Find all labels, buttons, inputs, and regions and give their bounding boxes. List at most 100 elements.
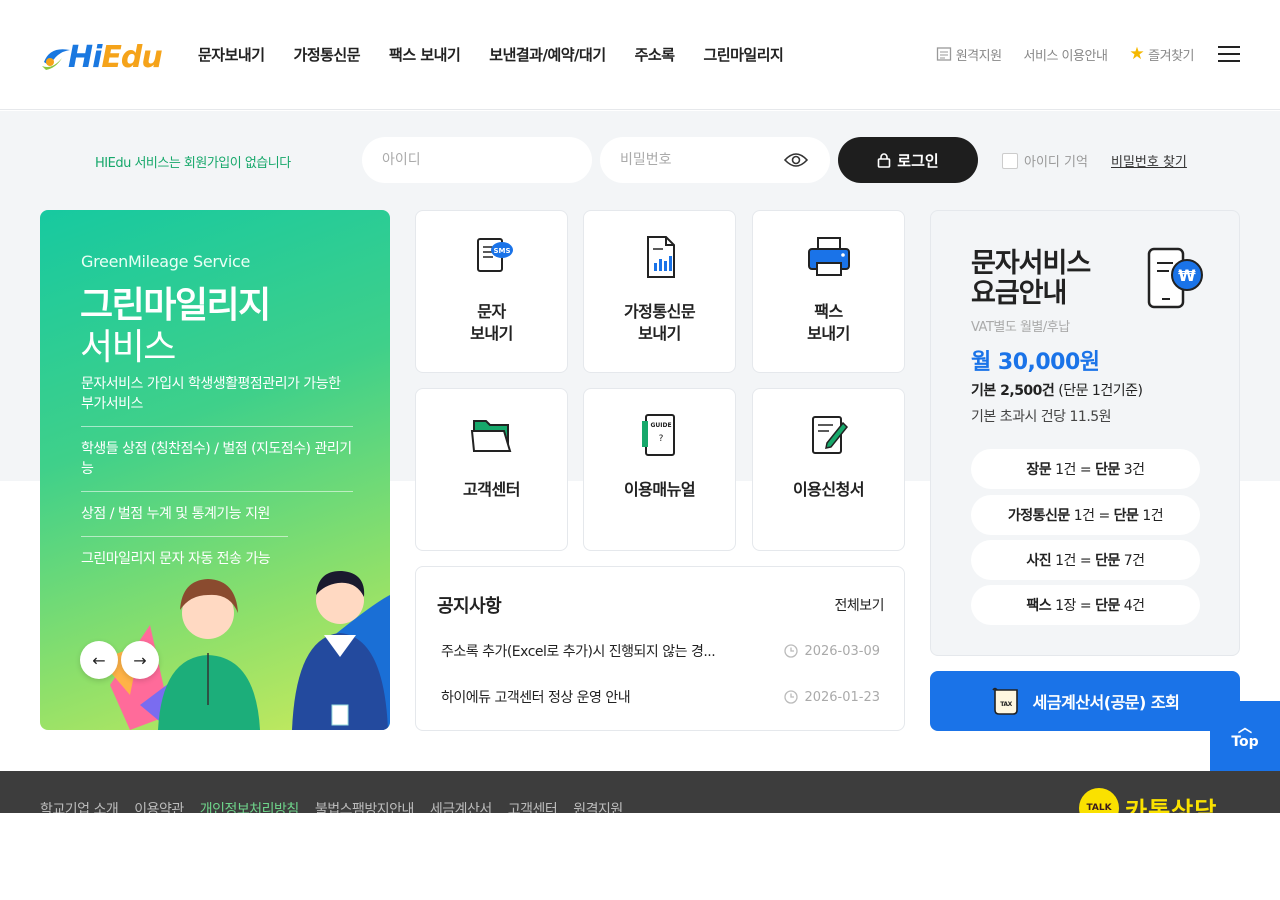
login-message: HIEdu 서비스는 회원가입이 없습니다 xyxy=(95,156,291,171)
nav-send-sms[interactable]: 문자보내기 xyxy=(198,44,265,65)
tile-label: 이용신청서 xyxy=(792,480,865,499)
page-bottom-blank xyxy=(0,813,1280,900)
tile-label: 고객센터 xyxy=(463,480,520,499)
footer-link-terms[interactable]: 이용약관 xyxy=(134,799,184,813)
nav-green-mileage[interactable]: 그린마일리지 xyxy=(704,44,784,65)
id-input[interactable] xyxy=(362,137,592,183)
pricing-title: 문자서비스 요금안내 xyxy=(971,248,1091,309)
notice-view-all-link[interactable]: 전체보기 xyxy=(834,595,884,615)
footer-link-tax[interactable]: 세금계산서 xyxy=(430,799,492,813)
checkbox-box[interactable] xyxy=(1002,152,1018,169)
footer-links: 학교기업 소개 이용약관 개인정보처리방침 불법스팸방지안내 세금계산서 고객센… xyxy=(40,799,623,813)
tile-label: 이용매뉴얼 xyxy=(623,480,696,499)
pricing-excess: 기본 초과시 건당 11.5원 xyxy=(971,409,1112,425)
banner-feature: 문자서비스 가입시 학생생활평점관리가 가능한 부가서비스 xyxy=(81,374,353,427)
tile-user-manual[interactable]: GUIDE ? 이용매뉴얼 xyxy=(583,388,736,551)
footer-link-support[interactable]: 고객센터 xyxy=(508,799,558,813)
notice-item[interactable]: 주소록 추가(Excel로 추가)시 진행되지 않는 경... 2026-03-… xyxy=(441,641,880,661)
notice-item[interactable]: 하이에듀 고객센터 정상 운영 안내 2026-01-23 xyxy=(441,687,880,707)
footer-link-privacy[interactable]: 개인정보처리방침 xyxy=(200,799,300,813)
hiedu-logo[interactable]: HiEdu xyxy=(40,38,170,75)
scroll-top-button[interactable]: ︿ Top xyxy=(1210,701,1280,771)
chevron-up-icon: ︿ xyxy=(1238,720,1252,736)
tile-label: 문자 보내기 xyxy=(470,302,513,343)
logo-wordmark: HiEdu xyxy=(68,40,163,75)
site-footer: 학교기업 소개 이용약관 개인정보처리방침 불법스팸방지안내 세금계산서 고객센… xyxy=(0,771,1280,813)
footer-link-about[interactable]: 학교기업 소개 xyxy=(40,799,119,813)
service-guide-label: 서비스 이용안내 xyxy=(1023,48,1108,64)
tax-invoice-button[interactable]: TAX 세금계산서(공문) 조회 xyxy=(930,671,1240,731)
tile-label: 팩스 보내기 xyxy=(807,302,850,343)
favorite-link[interactable]: ★ 즐겨찾기 xyxy=(1129,44,1194,64)
footer-link-remote[interactable]: 원격지원 xyxy=(573,799,623,813)
scroll-top-label: Top xyxy=(1231,734,1259,750)
rate-pill: 장문 1건 = 단문 3건 xyxy=(971,449,1200,489)
show-password-eye-icon[interactable] xyxy=(784,150,808,170)
pricing-base: 기본 2,500건 (단문 1건기준) xyxy=(971,383,1143,399)
remember-id-checkbox[interactable]: 아이디 기억 xyxy=(1002,151,1088,170)
arrow-left-icon: ← xyxy=(92,650,106,670)
rate-pill: 가정통신문 1건 = 단문 1건 xyxy=(971,495,1200,535)
remote-support-icon xyxy=(936,47,951,61)
svg-text:?: ? xyxy=(658,434,663,444)
banner-feature: 상점 / 벌점 누계 및 통계기능 지원 xyxy=(81,504,288,537)
guide-book-icon: GUIDE ? xyxy=(641,414,675,456)
banner-feature-list: 문자서비스 가입시 학생생활평점관리가 가능한 부가서비스 학생들 상점 (칭찬… xyxy=(81,374,353,593)
kakao-talk-icon: TALK xyxy=(1079,788,1119,813)
folder-icon xyxy=(470,420,511,452)
rate-pill: 팩스 1장 = 단문 4건 xyxy=(971,585,1200,625)
svg-text:₩: ₩ xyxy=(1178,266,1196,285)
lock-icon xyxy=(877,153,891,168)
sms-document-icon: SMS xyxy=(476,238,513,272)
fax-printer-icon xyxy=(807,237,850,276)
notice-item-date: 2026-03-09 xyxy=(784,644,880,659)
notice-title: 공지사항 xyxy=(437,596,502,617)
svg-text:TAX: TAX xyxy=(1000,701,1012,708)
remote-support-label: 원격지원 xyxy=(955,48,1002,64)
remote-support-link[interactable]: 원격지원 xyxy=(936,45,1002,64)
star-icon: ★ xyxy=(1129,44,1145,64)
arrow-right-icon: → xyxy=(133,650,147,670)
application-form-icon xyxy=(811,416,848,454)
tile-send-sms[interactable]: SMS 문자 보내기 xyxy=(415,210,568,373)
kakao-consult-label: 카톡상담 xyxy=(1125,796,1218,814)
banner-title-service: 서비스 xyxy=(80,327,176,368)
svg-text:SMS: SMS xyxy=(493,247,510,255)
notice-item-title: 하이에듀 고객센터 정상 운영 안내 xyxy=(441,690,631,706)
clock-icon xyxy=(784,644,799,658)
tile-customer-center[interactable]: 고객센터 xyxy=(415,388,568,551)
tax-invoice-label: 세금계산서(공문) 조회 xyxy=(1032,693,1180,712)
banner-next-button[interactable]: → xyxy=(121,641,159,679)
tile-send-fax[interactable]: 팩스 보내기 xyxy=(752,210,905,373)
main-nav: 문자보내기 가정통신문 팩스 보내기 보낸결과/예약/대기 주소록 그린마일리지 xyxy=(198,44,784,65)
nav-send-fax[interactable]: 팩스 보내기 xyxy=(389,44,461,65)
tile-newsletter[interactable]: 가정통신문 보내기 xyxy=(583,210,736,373)
nav-address-book[interactable]: 주소록 xyxy=(635,44,675,65)
notice-item-title: 주소록 추가(Excel로 추가)시 진행되지 않는 경... xyxy=(441,644,716,660)
remember-id-label: 아이디 기억 xyxy=(1024,155,1088,170)
phone-won-icon: ₩ xyxy=(1147,247,1203,309)
notice-item-date: 2026-01-23 xyxy=(784,690,880,705)
find-password-link[interactable]: 비밀번호 찾기 xyxy=(1111,151,1187,170)
login-button[interactable]: 로그인 xyxy=(838,137,978,183)
tile-label: 가정통신문 보내기 xyxy=(623,302,696,343)
favorite-label: 즐겨찾기 xyxy=(1148,48,1194,64)
svg-text:GUIDE: GUIDE xyxy=(650,422,671,429)
login-button-label: 로그인 xyxy=(897,151,939,170)
rate-pill: 사진 1건 = 단문 7건 xyxy=(971,540,1200,580)
kakao-consult-button[interactable]: TALK 카톡상담 xyxy=(1079,788,1217,813)
newsletter-chart-icon xyxy=(646,236,675,278)
site-header: HiEdu 문자보내기 가정통신문 팩스 보내기 보낸결과/예약/대기 주소록 … xyxy=(0,0,1280,110)
green-mileage-banner[interactable]: GreenMileage Service 그린마일리지 서비스 문자서비스 가입… xyxy=(40,210,390,730)
nav-results[interactable]: 보낸결과/예약/대기 xyxy=(489,44,606,65)
nav-newsletter[interactable]: 가정통신문 xyxy=(294,44,361,65)
footer-link-antispam[interactable]: 불법스팸방지안내 xyxy=(315,799,415,813)
utility-menu: 원격지원 서비스 이용안내 ★ 즐겨찾기 xyxy=(936,44,1240,64)
clock-icon xyxy=(784,690,799,704)
banner-prev-button[interactable]: ← xyxy=(80,641,118,679)
hamburger-menu-icon[interactable] xyxy=(1218,46,1240,62)
banner-feature: 학생들 상점 (칭찬점수) / 벌점 (지도점수) 관리기능 xyxy=(81,439,353,492)
pricing-panel: 문자서비스 요금안내 ₩ VAT별도 월별/후납 월 30,000원 기본 2,5… xyxy=(930,210,1240,656)
tile-application-form[interactable]: 이용신청서 xyxy=(752,388,905,551)
service-guide-link[interactable]: 서비스 이용안내 xyxy=(1024,45,1108,64)
